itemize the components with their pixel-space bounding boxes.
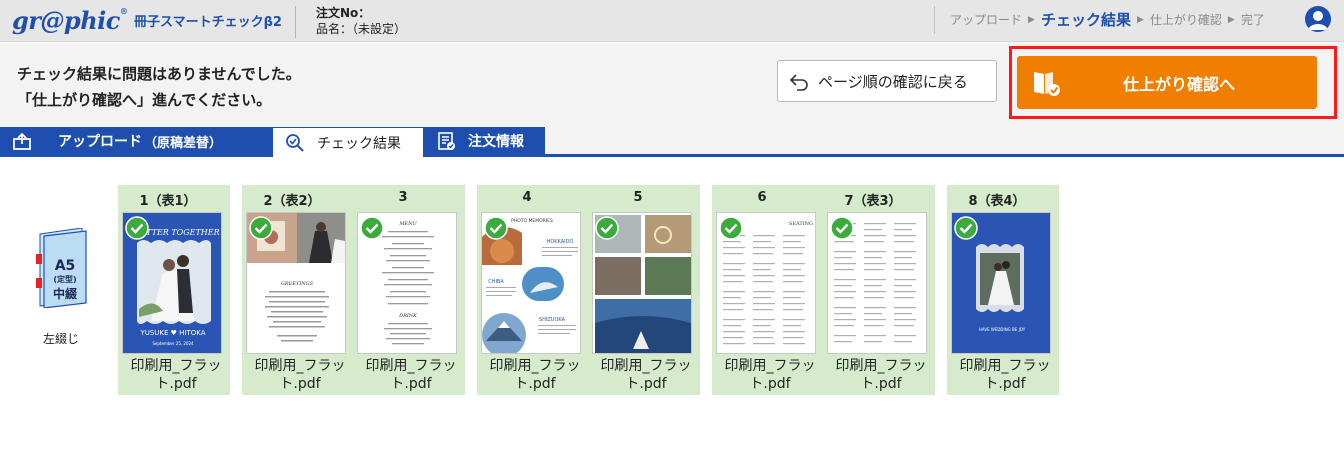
result-message-line2: 「仕上がり確認へ」進んでください。 [17, 91, 272, 109]
progress-steps: アップロード ▶ チェック結果 ▶ 仕上がり確認 ▶ 完了 [950, 9, 1265, 30]
svg-text:YUSUKE ♥ HITOKA: YUSUKE ♥ HITOKA [139, 329, 205, 337]
upload-icon [13, 132, 31, 150]
finish-button-label: 仕上がり確認へ [1122, 74, 1235, 94]
step-arrow-icon: ▶ [1028, 14, 1035, 25]
step-check-result: チェック結果 [1040, 11, 1131, 29]
spread-4: 6 SEATING 印刷用_フラット.pdf 7（表3） 印刷用_フラット.pd… [712, 185, 935, 395]
user-account-button[interactable] [1305, 6, 1331, 32]
page-file-name: 印刷用_フラット.pdf [600, 358, 692, 392]
page-number: 2（表2） [263, 194, 321, 209]
check-ok-icon [249, 216, 273, 240]
tab-check-label: チェック結果 [317, 135, 401, 152]
svg-text:GREETINGS: GREETINGS [281, 281, 314, 287]
svg-text:SEATING: SEATING [789, 221, 813, 227]
page-number: 3 [398, 190, 408, 205]
booklet-icon: A5 (定型) 中綴 [36, 228, 87, 308]
svg-text:MENU: MENU [398, 221, 417, 227]
book-size-type: (定型) [53, 274, 76, 284]
app-header: gr@phic® 冊子スマートチェックβ2 注文No： 品名：（未設定） アップ… [0, 0, 1344, 42]
tab-upload-sub: （原稿差替） [144, 135, 223, 151]
result-message: チェック結果に問題はありませんでした。 「仕上がり確認へ」進んでください。 [17, 61, 301, 113]
check-ok-icon [595, 216, 619, 240]
page-file-name: 印刷用_フラット.pdf [835, 358, 927, 392]
check-ok-icon [360, 216, 384, 240]
back-to-page-order-button[interactable]: ページ順の確認に戻る [777, 60, 997, 102]
header-divider [295, 6, 296, 38]
step-upload: アップロード [950, 13, 1023, 27]
order-info: 注文No： 品名：（未設定） [316, 5, 406, 37]
page-file-name: 印刷用_フラット.pdf [130, 358, 222, 392]
step-arrow-icon: ▶ [1136, 14, 1144, 25]
spread-3: 4 PHOTO MEMORIES HOKKAIDO CHIBA SHIZUOKA [477, 185, 700, 395]
step-finish-check: 仕上がり確認 [1149, 13, 1222, 27]
tab-upload[interactable]: アップロード （原稿差替） [0, 127, 272, 155]
go-to-finish-check-button[interactable]: 仕上がり確認へ [1017, 56, 1317, 109]
step-complete: 完了 [1240, 13, 1265, 27]
check-ok-icon [484, 216, 508, 240]
tab-check-result[interactable]: チェック結果 [272, 127, 424, 157]
svg-text:September 25, 2024: September 25, 2024 [152, 341, 194, 346]
page-number: 8（表4） [968, 194, 1026, 209]
magnifier-check-icon [286, 133, 304, 152]
tab-bar: アップロード （原稿差替） チェック結果 注文情報 [0, 127, 1344, 157]
page-number: 7（表3） [844, 194, 902, 209]
svg-text:HOKKAIDO: HOKKAIDO [547, 239, 574, 245]
app-name: 冊子スマートチェックβ2 [134, 15, 282, 30]
user-icon [1308, 11, 1328, 30]
spread-5: 8（表4） HAVE WEDDING BE JOY 印刷用_フラット.pdf [947, 185, 1059, 395]
page-file-name: 印刷用_フラット.pdf [489, 358, 581, 392]
page-file-name: 印刷用_フラット.pdf [365, 358, 457, 392]
svg-text:HAVE WEDDING BE JOY: HAVE WEDDING BE JOY [979, 327, 1026, 332]
result-message-line1: チェック結果に問題はありませんでした。 [17, 65, 301, 83]
return-arrow-icon [789, 74, 808, 91]
tab-upload-label: アップロード [58, 134, 142, 150]
graphic-logo[interactable]: gr@phic® [12, 6, 128, 35]
page-number: 6 [757, 190, 767, 205]
page-file-name: 印刷用_フラット.pdf [724, 358, 816, 392]
tab-order-info[interactable]: 注文情報 [424, 127, 545, 155]
back-button-label: ページ順の確認に戻る [818, 72, 968, 91]
spread-2: 2（表2） GREETINGS 印刷用_フラット.pdf 3 MENU DRIN… [242, 185, 465, 395]
book-binding-type: 中綴 [53, 286, 78, 301]
svg-text:DRINK: DRINK [398, 313, 417, 319]
spread-1: 1（表1） BETTER TOGETHER YUSUKE ♥ HITOKA Se… [118, 185, 230, 395]
message-bar: チェック結果に問題はありませんでした。 「仕上がり確認へ」進んでください。 ペー… [0, 43, 1344, 127]
tab-order-label: 注文情報 [468, 134, 524, 150]
check-ok-icon [125, 216, 149, 240]
page-number: 1（表1） [139, 194, 197, 209]
product-name-label: 品名：（未設定） [316, 22, 407, 36]
page-file-name: 印刷用_フラット.pdf [254, 358, 346, 392]
svg-text:CHIBA: CHIBA [488, 279, 504, 285]
step-arrow-icon: ▶ [1227, 14, 1235, 25]
check-ok-icon [719, 216, 743, 240]
svg-text:SHIZUOKA: SHIZUOKA [539, 317, 566, 323]
check-ok-icon [954, 216, 978, 240]
check-ok-icon [830, 216, 854, 240]
page-file-name: 印刷用_フラット.pdf [959, 358, 1051, 392]
binding-side-label: 左綴じ [42, 332, 79, 346]
order-form-icon [438, 132, 455, 150]
order-no-label: 注文No： [316, 6, 371, 20]
page-number: 4 [522, 190, 532, 205]
svg-text:PHOTO MEMORIES: PHOTO MEMORIES [511, 218, 553, 224]
steps-divider [934, 6, 935, 34]
book-size: A5 [55, 258, 76, 274]
page-number: 5 [633, 190, 643, 205]
